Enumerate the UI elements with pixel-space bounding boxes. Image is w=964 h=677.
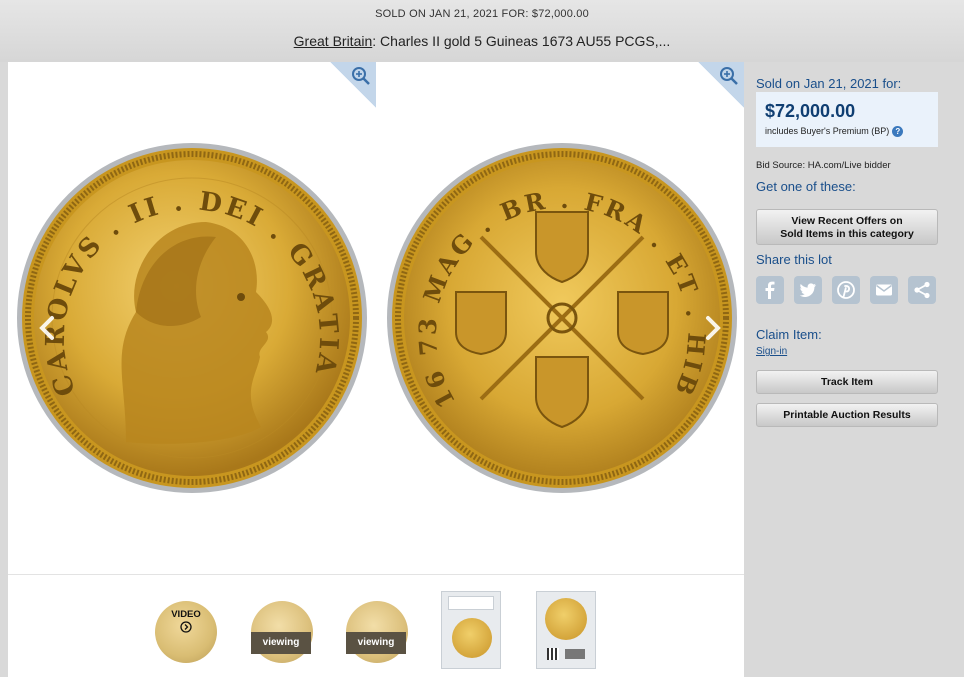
zoom-button-obverse[interactable]: [330, 62, 376, 108]
email-icon: [876, 284, 892, 296]
thumbnail-strip: VIDEO viewing viewing: [8, 574, 744, 677]
lot-title: Great Britain: Charles II gold 5 Guineas…: [0, 33, 964, 49]
price-box: $72,000.00 includes Buyer's Premium (BP)…: [756, 92, 938, 147]
coin-reverse-image[interactable]: 16 73 MAG . BR . FRA . ET . HIB . REX: [386, 142, 738, 494]
track-item-button[interactable]: Track Item: [756, 370, 938, 394]
thumbnail-slab-front[interactable]: [441, 591, 501, 669]
lot-title-text: : Charles II gold 5 Guineas 1673 AU55 PC…: [372, 33, 671, 49]
image-viewer: CAROLVS . II . DEI . GRATIA 16 73 MAG . …: [8, 62, 744, 677]
claim-item-heading: Claim Item:: [756, 327, 822, 342]
twitter-icon: [799, 283, 816, 297]
lot-header: SOLD ON JAN 21, 2021 FOR: $72,000.00 Gre…: [0, 0, 964, 62]
zoom-in-icon: [720, 67, 738, 85]
zoom-in-icon: [352, 67, 370, 85]
share-heading: Share this lot: [756, 252, 832, 267]
generic-share-button[interactable]: [908, 276, 936, 304]
next-image-arrow[interactable]: [698, 314, 726, 342]
viewing-label: viewing: [251, 632, 311, 654]
prev-image-arrow[interactable]: [34, 314, 62, 342]
pinterest-share-button[interactable]: [832, 276, 860, 304]
thumbnail-slab-back[interactable]: [536, 591, 596, 669]
video-label: VIDEO: [155, 609, 217, 636]
help-icon[interactable]: ?: [892, 126, 904, 138]
facebook-share-button[interactable]: [756, 276, 784, 304]
zoom-button-reverse[interactable]: [698, 62, 744, 108]
sold-price: $72,000.00: [765, 101, 856, 121]
email-share-button[interactable]: [870, 276, 898, 304]
lot-sidebar: Sold on Jan 21, 2021 for: $72,000.00 inc…: [752, 62, 964, 677]
play-circle-icon: [180, 621, 192, 633]
view-recent-offers-button[interactable]: View Recent Offers on Sold Items in this…: [756, 209, 938, 245]
facebook-icon: [765, 281, 775, 299]
sold-summary: SOLD ON JAN 21, 2021 FOR: $72,000.00: [375, 8, 589, 20]
get-one-heading: Get one of these:: [756, 179, 856, 194]
category-link[interactable]: Great Britain: [294, 33, 373, 49]
printable-auction-results-button[interactable]: Printable Auction Results: [756, 403, 938, 427]
sold-on-label: Sold on Jan 21, 2021 for:: [756, 76, 902, 91]
viewing-label: viewing: [346, 632, 406, 654]
share-icon: [914, 281, 930, 299]
twitter-share-button[interactable]: [794, 276, 822, 304]
main-image[interactable]: CAROLVS . II . DEI . GRATIA 16 73 MAG . …: [8, 62, 744, 574]
bid-source: Bid Source: HA.com/Live bidder: [756, 160, 891, 171]
sign-in-link[interactable]: Sign-in: [756, 346, 787, 357]
buyers-premium-note: includes Buyer's Premium (BP)?: [765, 126, 904, 138]
coin-obverse-image[interactable]: CAROLVS . II . DEI . GRATIA: [16, 142, 368, 494]
pinterest-icon: [837, 281, 855, 299]
